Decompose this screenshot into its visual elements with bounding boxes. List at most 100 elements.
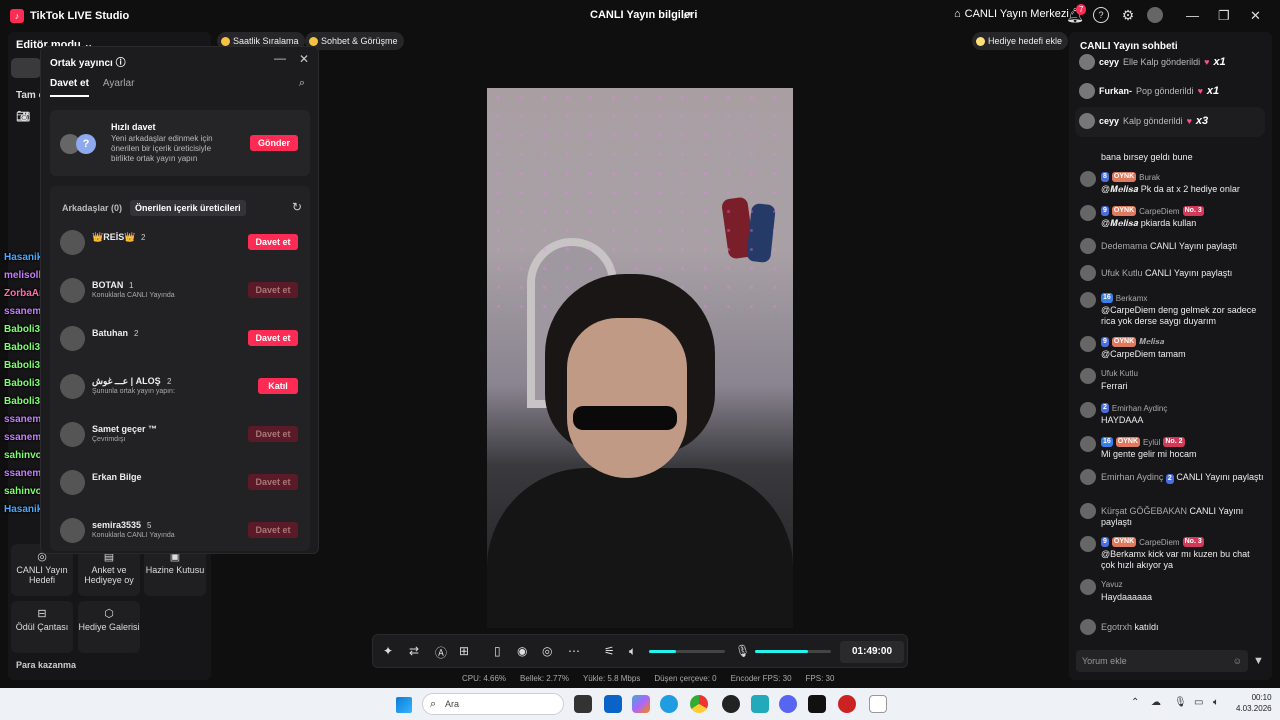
- friend-tabs: Arkadaşlar (0) Önerilen içerik üreticile…: [62, 200, 246, 216]
- avatar: [60, 326, 85, 351]
- ai-icon[interactable]: Ⓐ: [435, 644, 447, 661]
- gift-gallery-card[interactable]: ⬡ Hediye Galerisi: [78, 601, 140, 653]
- taskbar-clock[interactable]: 00:10 4.03.2026: [1236, 692, 1272, 714]
- level-badge: 2: [1101, 403, 1109, 413]
- avatar: [60, 230, 85, 255]
- chat-username: ssanem: [4, 306, 42, 317]
- avatar[interactable]: [1147, 7, 1163, 23]
- live-center-button[interactable]: ⌂ CANLI Yayın Merkezi: [954, 8, 1069, 20]
- edge-icon[interactable]: [660, 695, 678, 713]
- more-icon[interactable]: ⋯: [568, 644, 580, 658]
- app-icon[interactable]: [751, 695, 769, 713]
- rank-badge: No. 3: [1182, 537, 1204, 547]
- bag-icon: ⊟: [37, 608, 47, 620]
- translate-icon[interactable]: ⇄: [409, 644, 419, 658]
- emoji-icon[interactable]: ☺: [1233, 650, 1242, 672]
- effects-icon[interactable]: ✦: [383, 644, 393, 658]
- copilot-icon[interactable]: [632, 695, 650, 713]
- share-icon[interactable]: ↗: [682, 8, 692, 22]
- volume-slider[interactable]: [649, 650, 725, 653]
- network-icon[interactable]: ▭: [1194, 697, 1203, 708]
- invite-button[interactable]: Davet et: [248, 234, 298, 250]
- comment-placeholder: Yorum ekle: [1082, 656, 1127, 666]
- maximize-icon[interactable]: ❐: [1218, 8, 1230, 24]
- taskbar-search[interactable]: ⌕ Ara: [422, 693, 564, 715]
- join-button[interactable]: Katıl: [258, 378, 298, 394]
- avatar: [60, 374, 85, 399]
- control-bar: ✦ ⇄ Ⓐ ⊞ ▯ ◉ ◎ ⋯ ⚟ 🔈︎ 🎙︎ 01:49:00: [372, 634, 908, 668]
- capture-icon[interactable]: ◎: [542, 644, 552, 658]
- minimize-icon[interactable]: —: [1186, 8, 1199, 23]
- level-badge: 16: [1101, 437, 1113, 447]
- tool-label: Anket ve Hediyeye oy: [84, 565, 134, 585]
- add-source-icon[interactable]: ⊞: [459, 644, 469, 658]
- close-icon[interactable]: ✕: [1250, 8, 1261, 24]
- chat-user: 𝑴𝒆𝒍𝒊𝒔𝒂: [1139, 337, 1165, 346]
- mic-slider[interactable]: [755, 650, 831, 653]
- help-icon[interactable]: ?: [1093, 7, 1109, 23]
- send-icon[interactable]: ▼: [1253, 655, 1264, 667]
- record-icon[interactable]: ◉: [517, 644, 527, 658]
- fps-stat: FPS: 30: [805, 674, 835, 683]
- invite-button[interactable]: Davet et: [248, 474, 298, 490]
- chat-inline: Ufuk Kutlu CANLI Yayını paylaştı: [1101, 268, 1266, 279]
- app-icon[interactable]: [722, 695, 740, 713]
- gift-goal-chip[interactable]: Hediye hedefi ekle: [972, 32, 1069, 50]
- refresh-icon[interactable]: ↻: [292, 200, 302, 214]
- fan-badge: OYNK: [1111, 206, 1137, 216]
- invite-button[interactable]: Davet et: [248, 282, 298, 298]
- cloud-icon[interactable]: ☁: [1151, 697, 1161, 708]
- close-icon[interactable]: ✕: [299, 52, 309, 66]
- tab-suggested[interactable]: Önerilen içerik üreticileri: [130, 200, 246, 216]
- speaker-icon[interactable]: 🔈︎: [1213, 697, 1219, 708]
- windows-start-icon[interactable]: [396, 697, 412, 713]
- recorder-icon[interactable]: [838, 695, 856, 713]
- discord-icon[interactable]: [779, 695, 797, 713]
- creator-name: semira3535: [92, 520, 142, 530]
- chat-message: 9 OYNK CarpeDiem No. 3 @Berkamx kick var mı …: [1080, 536, 1265, 570]
- invite-button[interactable]: Davet et: [248, 522, 298, 538]
- memory-stat: Bellek: 2.77%: [520, 674, 569, 683]
- scene-input[interactable]: [11, 58, 41, 78]
- phone-icon[interactable]: ▯: [494, 644, 501, 658]
- creator-name: Samet geçer ™: [92, 424, 158, 434]
- tab-settings[interactable]: Ayarlar: [103, 78, 135, 97]
- chat-text: @𝑴𝒆𝒍𝒊𝒔𝒂 pkiarda kullan: [1101, 218, 1197, 228]
- volume-fill: [649, 650, 676, 653]
- task-view-icon[interactable]: [574, 695, 592, 713]
- invite-button[interactable]: Davet et: [248, 330, 298, 346]
- send-button[interactable]: Gönder: [250, 135, 298, 151]
- cohost-popup: Ortak yayıncı ⓘ — ✕ Davet et Ayarlar ⌕ ?…: [40, 46, 319, 554]
- notepad-icon[interactable]: [869, 695, 887, 713]
- creator-name: 👑REİS👑: [92, 232, 136, 242]
- camera-icon[interactable]: 📷︎: [16, 110, 30, 123]
- speaker-icon[interactable]: 🔈︎: [629, 644, 636, 659]
- clock-time: 00:10: [1251, 693, 1272, 702]
- rank-badge: No. 3: [1182, 206, 1204, 216]
- gallery-icon: ⬡: [104, 608, 114, 620]
- avatar: [1080, 436, 1096, 452]
- chat-message: 9 OYNK 𝑴𝒆𝒍𝒊𝒔𝒂 @CarpeDiem tamam: [1080, 336, 1265, 366]
- outlook-icon[interactable]: [604, 695, 622, 713]
- chrome-icon[interactable]: [690, 695, 708, 713]
- invite-button[interactable]: Davet et: [248, 426, 298, 442]
- rank-badge: No. 2: [1163, 437, 1185, 447]
- tab-friends[interactable]: Arkadaşlar (0): [62, 200, 122, 216]
- tab-invite[interactable]: Davet et: [50, 78, 89, 97]
- chat-text: katıldı: [1134, 622, 1159, 632]
- minimize-icon[interactable]: —: [274, 51, 286, 65]
- chevron-up-icon[interactable]: ⌃: [1131, 697, 1139, 708]
- microphone-icon[interactable]: 🎙︎: [1174, 697, 1187, 708]
- gear-icon[interactable]: ⚙: [1120, 7, 1136, 23]
- reward-bag-card[interactable]: ⊟ Ödül Çantası: [11, 601, 73, 653]
- chat-message: 9 OYNK CarpeDiem No. 3 @𝑴𝒆𝒍𝒊𝒔𝒂 pkiarda kulla…: [1080, 205, 1265, 235]
- chat-header: Ufuk Kutlu: [1101, 369, 1138, 378]
- microphone-icon[interactable]: 🎙︎: [735, 644, 750, 658]
- chat-user: Yavuz: [1101, 580, 1123, 589]
- chip-label: Saatlik Sıralama: [233, 36, 299, 46]
- search-icon[interactable]: ⌕: [299, 77, 305, 90]
- tiktok-icon[interactable]: [808, 695, 826, 713]
- chat-meet-chip[interactable]: Sohbet & Görüşme: [305, 32, 404, 50]
- comment-input[interactable]: Yorum ekle ☺: [1076, 650, 1248, 672]
- settings-sliders-icon[interactable]: ⚟: [604, 644, 615, 658]
